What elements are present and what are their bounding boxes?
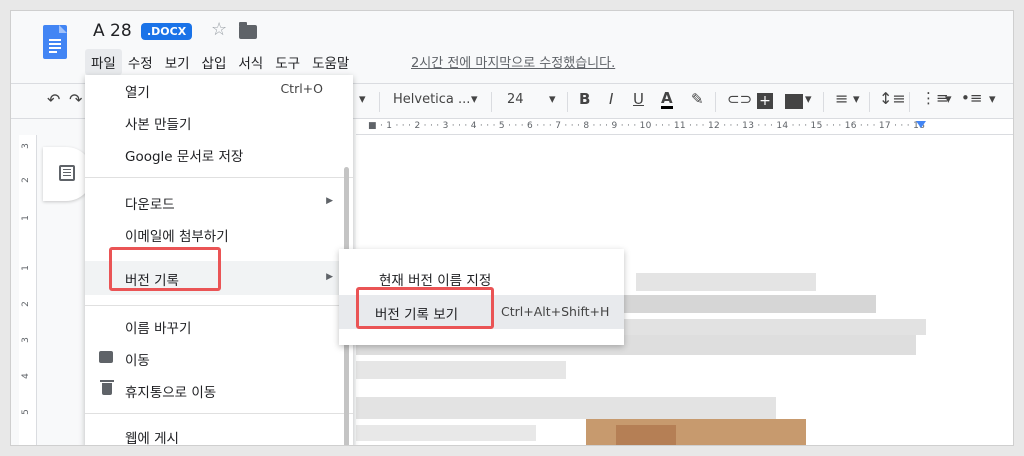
chevron-down-icon[interactable]: ▾ <box>549 92 556 107</box>
highlight-box <box>356 287 494 329</box>
horizontal-ruler[interactable]: ■ · 1 · · · 2 · · · 3 · · · 4 · · · 5 · … <box>356 119 1013 135</box>
submenu-arrow-icon: ▶ <box>326 272 333 282</box>
file-menu-open[interactable]: 열기 Ctrl+O <box>85 75 353 105</box>
menu-insert[interactable]: 삽입 <box>196 49 233 75</box>
file-menu-rename[interactable]: 이름 바꾸기 <box>85 311 353 341</box>
file-menu-download[interactable]: 다운로드 ▶ <box>85 187 353 217</box>
star-icon[interactable]: ☆ <box>211 19 227 40</box>
blurred-image <box>616 425 676 445</box>
menu-edit[interactable]: 수정 <box>122 49 159 75</box>
folder-icon <box>99 351 113 363</box>
undo-icon[interactable]: ↶ <box>47 90 60 109</box>
chevron-down-icon[interactable]: ▾ <box>853 92 860 107</box>
file-menu-save-as-google-docs[interactable]: Google 문서로 저장 <box>85 139 353 169</box>
chevron-down-icon[interactable]: ▾ <box>471 92 478 107</box>
ruler-scale: ■ · 1 · · · 2 · · · 3 · · · 4 · · · 5 · … <box>368 121 926 131</box>
align-left-icon[interactable]: ≡ <box>835 89 848 108</box>
font-select[interactable]: Helvetica ... <box>393 92 470 107</box>
blurred-text <box>616 295 876 313</box>
highlight-pen-icon[interactable]: ✎ <box>691 90 704 108</box>
vertical-ruler[interactable]: 3 2 1 1 2 3 4 5 <box>19 135 37 445</box>
menu-tools[interactable]: 도구 <box>269 49 306 75</box>
submenu-arrow-icon: ▶ <box>326 196 333 206</box>
blurred-text <box>356 397 776 419</box>
redo-icon[interactable]: ↷ <box>69 90 82 109</box>
menu-help[interactable]: 도움말 <box>306 49 355 75</box>
chevron-down-icon[interactable]: ▾ <box>989 92 996 107</box>
file-menu-publish-web[interactable]: 웹에 게시 <box>85 421 353 445</box>
highlight-box <box>109 247 221 291</box>
menu-bar: 파일 수정 보기 삽입 서식 도구 도움말 <box>85 49 355 75</box>
document-title[interactable]: A 28 <box>93 21 132 41</box>
last-edit-link[interactable]: 2시간 전에 마지막으로 수정했습니다. <box>411 52 615 71</box>
chevron-down-icon[interactable]: ▾ <box>805 92 812 107</box>
folder-icon[interactable] <box>239 22 257 39</box>
insert-image-icon[interactable] <box>785 94 803 109</box>
chevron-down-icon[interactable]: ▾ <box>359 92 366 107</box>
menu-format[interactable]: 서식 <box>232 49 269 75</box>
blurred-text <box>606 319 926 335</box>
blurred-text <box>356 361 566 379</box>
underline-button[interactable]: U <box>633 90 644 108</box>
insert-comment-icon[interactable]: + <box>757 93 773 109</box>
text-color-button[interactable]: A <box>661 90 673 109</box>
docs-logo-icon[interactable] <box>43 25 67 59</box>
chevron-down-icon[interactable]: ▾ <box>945 92 952 107</box>
file-type-badge: .DOCX <box>141 23 193 40</box>
outline-icon <box>59 165 75 181</box>
bulleted-list-icon[interactable]: •≡ <box>961 89 982 107</box>
menu-view[interactable]: 보기 <box>159 49 196 75</box>
line-spacing-icon[interactable]: ↕≡ <box>879 89 906 108</box>
blurred-text <box>636 273 816 291</box>
file-menu-make-copy[interactable]: 사본 만들기 <box>85 107 353 137</box>
file-menu-trash[interactable]: 휴지통으로 이동 <box>85 375 353 405</box>
file-menu-email-attachment[interactable]: 이메일에 첨부하기 <box>85 219 353 249</box>
app-window: A 28 .DOCX ☆ 파일 수정 보기 삽입 서식 도구 도움말 2시간 전… <box>10 10 1014 446</box>
file-menu-move[interactable]: 이동 <box>85 343 353 373</box>
indent-marker-icon[interactable] <box>916 121 926 128</box>
link-icon[interactable]: ⊂⊃ <box>727 90 752 108</box>
font-size-select[interactable]: 24 <box>507 92 524 107</box>
italic-button[interactable]: I <box>609 90 613 108</box>
trash-icon <box>100 380 114 395</box>
blurred-text <box>356 425 536 441</box>
menu-file[interactable]: 파일 <box>85 49 122 75</box>
bold-button[interactable]: B <box>579 90 590 108</box>
